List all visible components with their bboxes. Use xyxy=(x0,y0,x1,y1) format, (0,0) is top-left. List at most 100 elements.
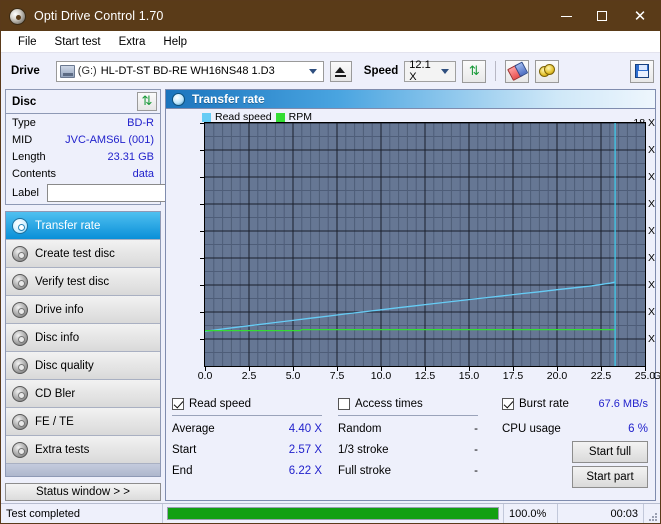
discs-button[interactable] xyxy=(535,59,560,83)
toolbar: Drive (G:) HL-DT-ST BD-RE WH16NS48 1.D3 … xyxy=(1,53,660,89)
left-sidebar: Disc ⇅ Type BD-R MID JVC-AMS6L (001) Len… xyxy=(5,89,253,501)
legend-swatch-rpm xyxy=(275,112,285,122)
status-window-button[interactable]: Status window > > xyxy=(5,483,161,501)
panel-header: Transfer rate xyxy=(166,90,655,109)
transfer-rate-panel: Transfer rate Read speed RPM 2 X4 X6 X8 … xyxy=(165,89,660,501)
stats-area: Read speed Average 4.40 X Start 2.57 X E… xyxy=(166,392,655,500)
sidebar-item-transfer-rate[interactable]: Transfer rate xyxy=(6,212,160,240)
menu-item-start-test[interactable]: Start test xyxy=(46,34,110,50)
full-stroke-value: - xyxy=(474,464,478,477)
access-times-checkbox-row[interactable]: Access times xyxy=(338,396,478,412)
x-tick-mark xyxy=(557,367,558,371)
read-speed-checkbox[interactable] xyxy=(172,398,184,410)
access-times-label: Access times xyxy=(355,398,423,410)
sidebar-item-cd-bler[interactable]: CD Bler xyxy=(6,380,160,408)
progress-cell xyxy=(163,503,504,523)
disc-panel: Disc ⇅ Type BD-R MID JVC-AMS6L (001) Len… xyxy=(5,89,253,205)
chart-plot-area[interactable] xyxy=(204,122,646,367)
eject-button[interactable] xyxy=(329,60,352,82)
resize-grip-icon xyxy=(648,512,658,522)
start-label: Start xyxy=(172,443,197,456)
sidebar-item-verify-test-disc[interactable]: Verify test disc xyxy=(6,268,160,296)
legend-label-read-speed: Read speed xyxy=(215,111,272,123)
average-label: Average xyxy=(172,422,215,435)
burst-rate-value: 67.6 MB/s xyxy=(598,398,648,410)
refresh-button[interactable]: ⇅ xyxy=(462,59,487,83)
resize-grip[interactable] xyxy=(644,504,660,524)
stat-row-third-stroke: 1/3 stroke - xyxy=(338,439,478,460)
maximize-button[interactable] xyxy=(584,1,620,31)
disc-test-icon xyxy=(12,301,28,318)
burst-rate-checkbox[interactable] xyxy=(502,398,514,410)
read-speed-checkbox-row[interactable]: Read speed xyxy=(172,396,322,412)
sidebar-item-label: CD Bler xyxy=(35,387,76,400)
eject-icon xyxy=(335,66,347,77)
menu-item-extra[interactable]: Extra xyxy=(110,34,155,50)
stat-row-full-stroke: Full stroke - xyxy=(338,460,478,481)
window-controls: ✕ xyxy=(548,1,660,31)
disc-refresh-button[interactable]: ⇅ xyxy=(137,92,157,111)
status-text: Test completed xyxy=(1,503,163,523)
x-tick-label: 2.5 xyxy=(241,370,257,382)
disc-row-label: Label xyxy=(6,182,253,204)
disc-test-icon xyxy=(12,441,28,458)
toolbar-separator xyxy=(495,61,497,81)
disc-type-label: Type xyxy=(12,116,36,129)
close-button[interactable]: ✕ xyxy=(620,1,660,31)
burst-rate-checkbox-row[interactable]: Burst rate 67.6 MB/s xyxy=(502,396,648,412)
disc-test-icon xyxy=(12,413,28,430)
x-tick-label: 17.5 xyxy=(502,370,524,382)
divider xyxy=(172,415,322,416)
disc-length-value: 23.31 GB xyxy=(107,150,154,163)
stat-row-average: Average 4.40 X xyxy=(172,418,322,439)
sidebar-item-disc-info[interactable]: Disc info xyxy=(6,324,160,352)
maximize-icon xyxy=(597,11,607,21)
sidebar-item-extra-tests[interactable]: Extra tests xyxy=(6,436,160,464)
random-label: Random xyxy=(338,422,382,435)
erase-button[interactable] xyxy=(505,59,530,83)
chart-legend: Read speed RPM xyxy=(202,111,312,123)
drive-label: Drive xyxy=(11,65,40,77)
sidebar-item-label: Transfer rate xyxy=(35,219,101,232)
start-value: 2.57 X xyxy=(288,443,322,456)
x-tick-label: 20.0 xyxy=(546,370,568,382)
average-value: 4.40 X xyxy=(288,422,322,435)
sidebar-item-disc-quality[interactable]: Disc quality xyxy=(6,352,160,380)
sidebar-item-label: Disc info xyxy=(35,331,80,344)
x-tick-label: 0.0 xyxy=(197,370,213,382)
speed-select[interactable]: 12.1 X xyxy=(404,59,457,83)
disc-type-value: BD-R xyxy=(127,116,154,129)
x-tick-mark xyxy=(381,367,382,371)
start-full-button[interactable]: Start full xyxy=(572,441,648,463)
disc-test-icon xyxy=(12,273,28,290)
start-part-button[interactable]: Start part xyxy=(572,466,648,488)
menu-item-help[interactable]: Help xyxy=(154,34,196,50)
drive-select[interactable]: (G:) HL-DT-ST BD-RE WH16NS48 1.D3 xyxy=(55,60,324,82)
drive-letter: (G:) xyxy=(77,65,97,77)
sidebar-item-fe-te[interactable]: FE / TE xyxy=(6,408,160,436)
legend-swatch-read-speed xyxy=(202,112,211,122)
sidebar-item-label: Drive info xyxy=(35,303,84,316)
application-window: Opti Drive Control 1.70 ✕ File Start tes… xyxy=(0,0,661,524)
stats-col-burst: Burst rate 67.6 MB/s CPU usage 6 % Start… xyxy=(502,396,648,488)
save-button[interactable] xyxy=(630,59,654,83)
window-title: Opti Drive Control 1.70 xyxy=(34,9,164,23)
speed-label: Speed xyxy=(363,65,399,77)
stat-row-start: Start 2.57 X xyxy=(172,439,322,460)
access-times-checkbox[interactable] xyxy=(338,398,350,410)
stat-row-cpu-usage: CPU usage 6 % xyxy=(502,418,648,439)
disc-row-type: Type BD-R xyxy=(6,114,160,131)
x-tick-mark xyxy=(293,367,294,371)
sidebar-item-create-test-disc[interactable]: Create test disc xyxy=(6,240,160,268)
disc-mid-value: JVC-AMS6L (001) xyxy=(65,133,154,146)
menu-item-file[interactable]: File xyxy=(9,34,46,50)
app-disc-icon xyxy=(9,7,26,25)
progress-percent: 100.0% xyxy=(504,503,558,523)
x-tick-mark xyxy=(601,367,602,371)
sidebar-item-drive-info[interactable]: Drive info xyxy=(6,296,160,324)
minimize-button[interactable] xyxy=(548,1,584,31)
disc-length-label: Length xyxy=(12,150,46,163)
chevron-down-icon xyxy=(308,68,317,74)
close-icon: ✕ xyxy=(633,6,647,25)
x-tick-mark xyxy=(205,367,206,371)
